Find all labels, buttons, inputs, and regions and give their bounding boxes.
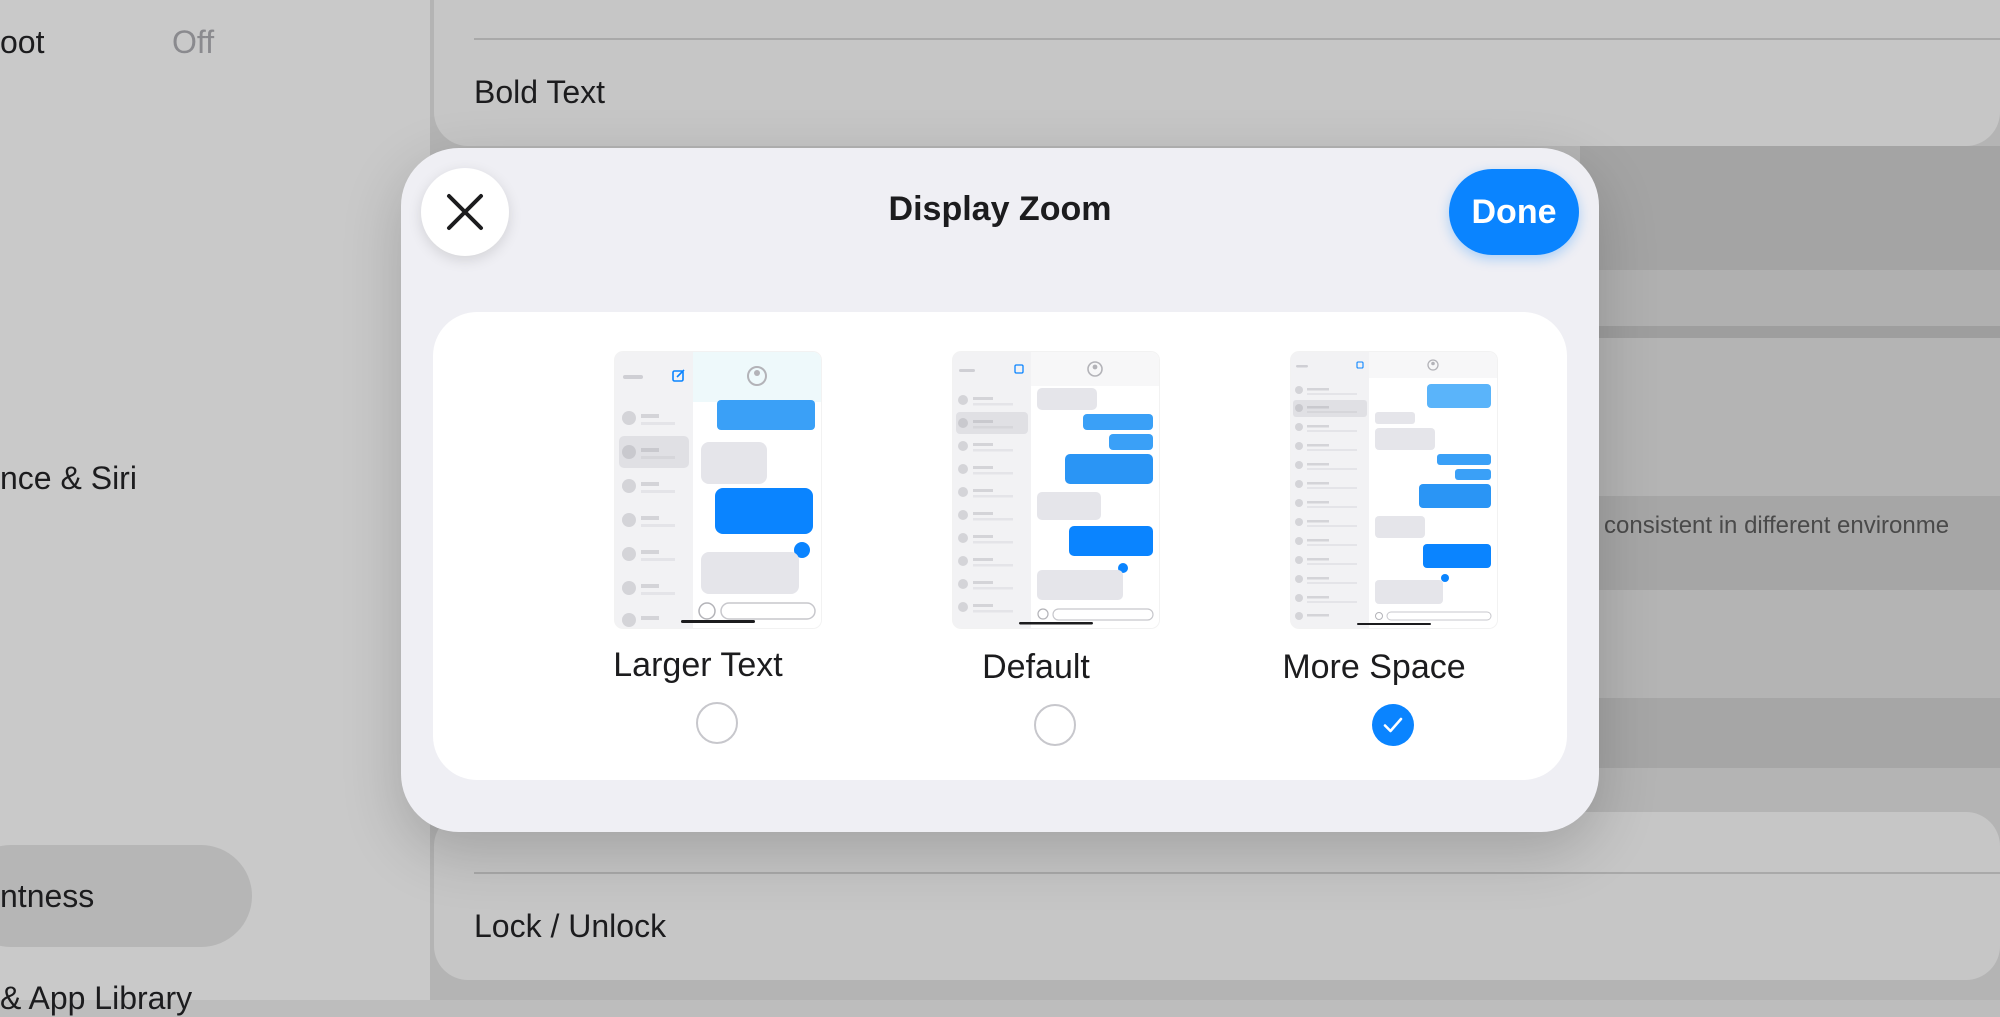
option-label: Larger Text (613, 646, 783, 684)
done-button[interactable]: Done (1449, 169, 1579, 255)
more-space-radio[interactable] (1372, 704, 1414, 746)
sidebar-item-siri[interactable]: nce & Siri (0, 460, 137, 497)
option-label: More Space (1282, 648, 1466, 686)
option-larger-text[interactable]: Larger Text (548, 312, 848, 780)
option-default[interactable]: Default (886, 312, 1186, 780)
row-divider (474, 38, 2000, 40)
display-zoom-sheet: Display Zoom Done Larger Text Default Mo… (401, 148, 1599, 832)
settings-row-band (1580, 698, 2000, 768)
sidebar-item-value: Off (172, 24, 215, 60)
settings-footer-text: consistent in different environme (1604, 512, 1950, 539)
option-label: Default (982, 648, 1090, 686)
default-radio[interactable] (1034, 704, 1076, 746)
settings-row-band (1580, 146, 2000, 270)
sidebar-item-brightness[interactable]: ntness (0, 878, 94, 915)
more-space-preview (1291, 352, 1497, 628)
lock-unlock-row[interactable]: Lock / Unlock (474, 908, 666, 945)
row-divider (474, 872, 2000, 874)
settings-card-top (434, 0, 2000, 146)
sidebar-item-app-library[interactable]: & App Library (0, 980, 192, 1017)
settings-sidebar: oot Off nce & Siri ntness & App Library (0, 0, 430, 1016)
default-preview (953, 352, 1159, 628)
zoom-options-panel: Larger Text Default More Space (433, 312, 1567, 780)
settings-divider-bar (1598, 326, 2000, 338)
option-more-space[interactable]: More Space (1224, 312, 1524, 780)
sheet-title: Display Zoom (888, 190, 1112, 228)
settings-footer-band (1580, 496, 2000, 590)
larger-text-radio[interactable] (696, 702, 738, 744)
sidebar-item-label[interactable]: oot (0, 24, 44, 61)
settings-card-bottom (434, 812, 2000, 980)
settings-row-band (1580, 270, 2000, 326)
checkmark-icon (1383, 717, 1403, 733)
bold-text-row[interactable]: Bold Text (474, 74, 605, 111)
larger-text-preview (615, 352, 821, 628)
